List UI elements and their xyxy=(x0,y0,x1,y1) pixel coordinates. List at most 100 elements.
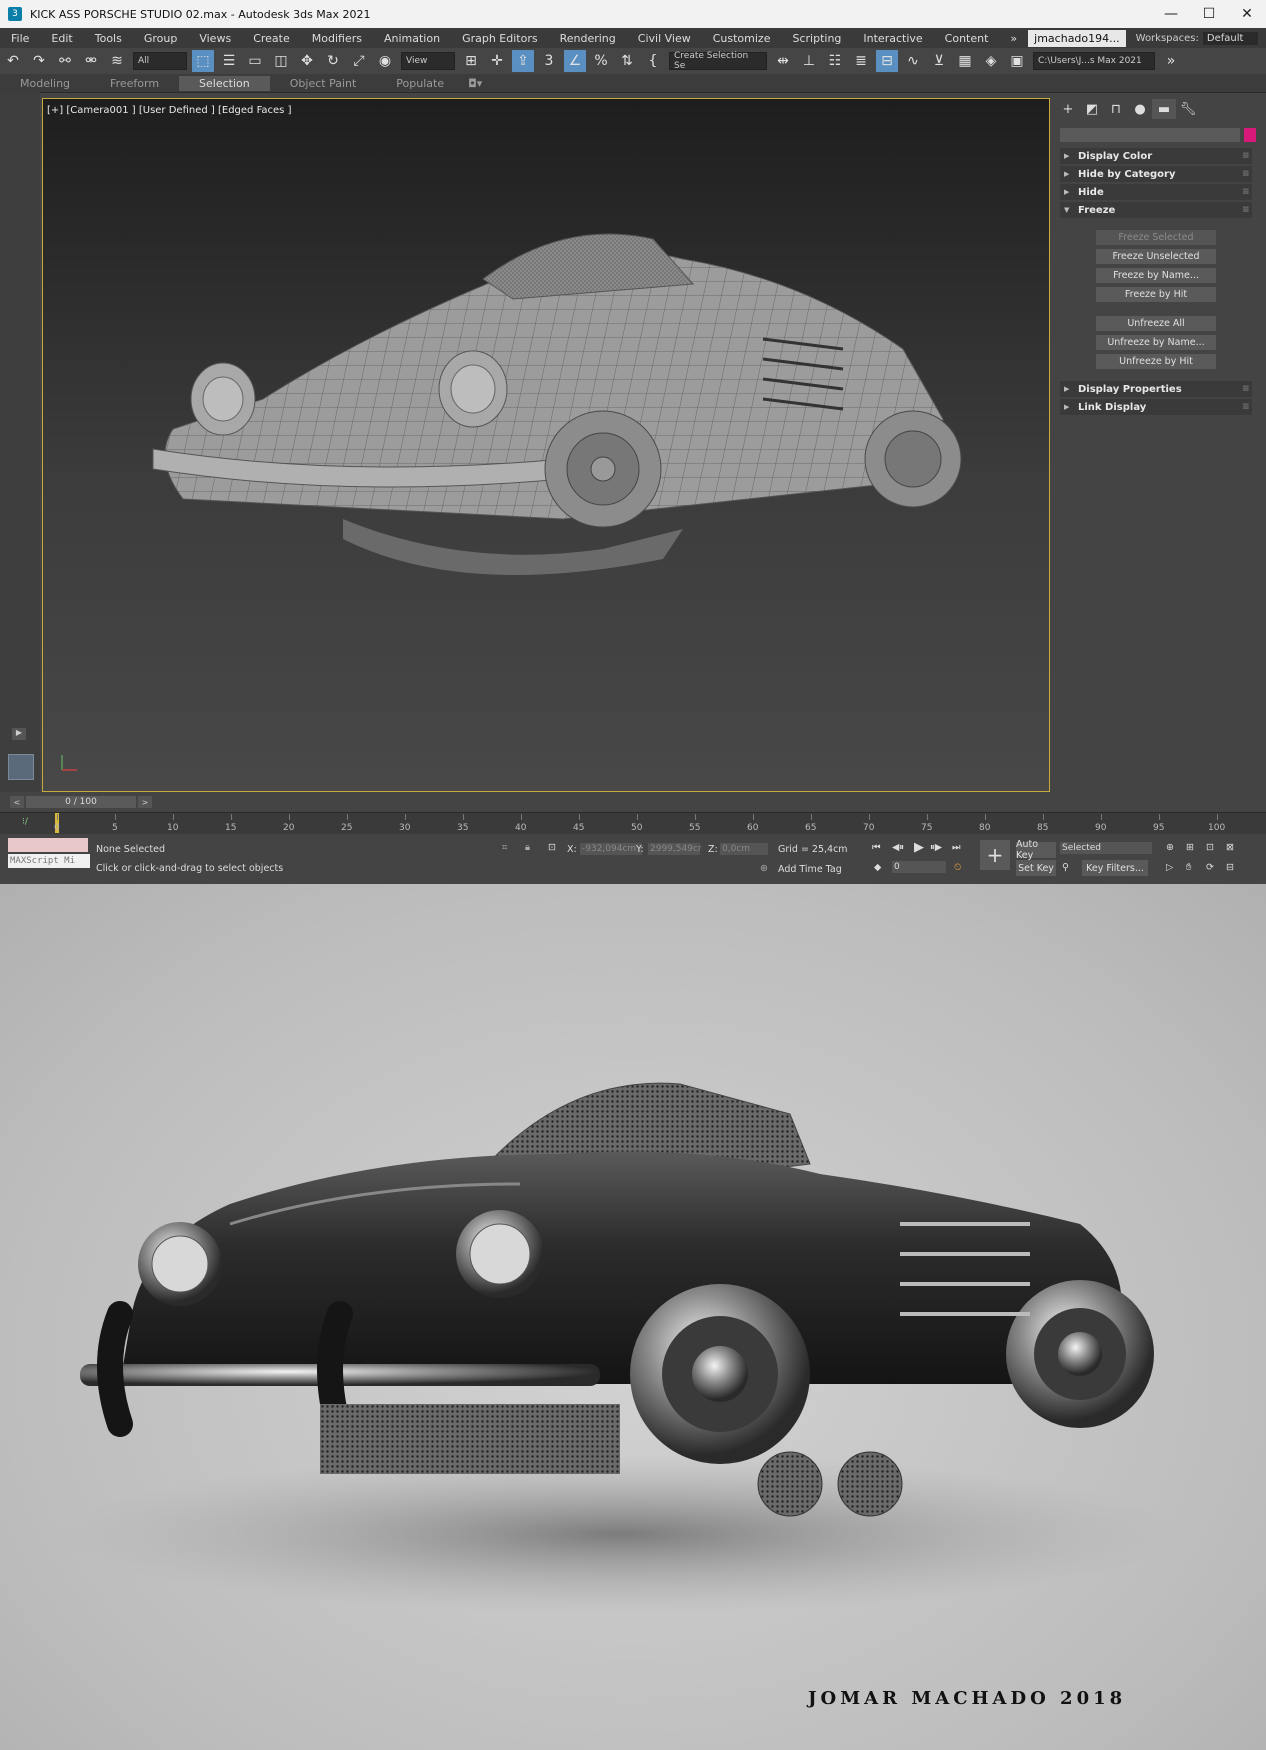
hierarchy-tab-icon[interactable]: ⊓ xyxy=(1104,99,1128,119)
zoom-extents-icon[interactable]: ⊡ xyxy=(1206,842,1214,853)
menu-scripting[interactable]: Scripting xyxy=(781,32,852,45)
set-key-button[interactable]: Set Key xyxy=(1016,860,1056,876)
modify-tab-icon[interactable]: ◩ xyxy=(1080,99,1104,119)
auto-key-button[interactable]: Auto Key xyxy=(1016,839,1056,861)
key-mode-dropdown[interactable]: Selected xyxy=(1060,842,1152,854)
selection-lock-icon[interactable]: 🔒︎ xyxy=(525,842,530,853)
expand-layout-icon[interactable]: ▶ xyxy=(12,728,26,740)
maxscript-mini-listener[interactable]: MAXScript Mi xyxy=(8,854,90,868)
material-editor-icon[interactable]: ▦ xyxy=(954,50,976,72)
zoom-icon[interactable]: ⊕ xyxy=(1166,842,1174,853)
rollout-hide-by-category[interactable]: ▶ Hide by Category ≡ xyxy=(1060,166,1252,182)
snaps-toggle-icon[interactable]: 3 xyxy=(538,50,560,72)
unlink-icon[interactable]: ⚮ xyxy=(80,50,102,72)
menu-create[interactable]: Create xyxy=(242,32,301,45)
ribbon-tab-object-paint[interactable]: Object Paint xyxy=(270,76,377,91)
zoom-extents-all-icon[interactable]: ⊠ xyxy=(1226,842,1234,853)
schematic-view-icon[interactable]: ⊻ xyxy=(928,50,950,72)
next-frame-icon[interactable]: ⏸▶︎ xyxy=(930,842,942,853)
select-manipulate-icon[interactable]: ✛ xyxy=(486,50,508,72)
scene-explorer-icon[interactable]: ⊟ xyxy=(876,50,898,72)
display-tab-icon[interactable]: ▬ xyxy=(1152,99,1176,119)
isolate-selection-icon[interactable]: ⌗ xyxy=(502,842,507,853)
time-configuration-icon[interactable]: ⏲ xyxy=(954,862,961,873)
time-slider-prev-icon[interactable]: < xyxy=(10,796,24,808)
keyboard-shortcut-override-icon[interactable]: ⇪ xyxy=(512,50,534,72)
rollout-link-display[interactable]: ▶ Link Display ≡ xyxy=(1060,399,1252,415)
angle-snap-icon[interactable]: ∠ xyxy=(564,50,586,72)
menu-modifiers[interactable]: Modifiers xyxy=(301,32,373,45)
workspace-dropdown[interactable]: Default xyxy=(1202,31,1258,45)
close-button[interactable]: ✕ xyxy=(1228,6,1266,22)
current-frame-field[interactable]: 0 xyxy=(892,861,946,873)
selection-filter-dropdown[interactable]: All xyxy=(133,52,187,70)
maximize-button[interactable]: ☐ xyxy=(1190,6,1228,22)
motion-tab-icon[interactable]: ● xyxy=(1128,99,1152,119)
play-icon[interactable]: ▶ xyxy=(914,840,924,855)
go-to-start-icon[interactable]: ⏮ xyxy=(872,842,881,853)
menu-views[interactable]: Views xyxy=(188,32,242,45)
minimize-button[interactable]: — xyxy=(1152,6,1190,22)
undo-icon[interactable]: ↶ xyxy=(2,50,24,72)
toolbar-overflow-icon[interactable]: » xyxy=(1160,50,1182,72)
menu-animation[interactable]: Animation xyxy=(373,32,451,45)
mirror-icon[interactable]: ⇹ xyxy=(772,50,794,72)
unfreeze-all-button[interactable]: Unfreeze All xyxy=(1096,316,1216,331)
key-filter-icon[interactable]: ⚲ xyxy=(1062,862,1069,873)
select-by-name-icon[interactable]: ☰ xyxy=(218,50,240,72)
placement-icon[interactable]: ◉ xyxy=(374,50,396,72)
named-selection-set-dropdown[interactable]: Create Selection Se xyxy=(669,51,767,71)
viewport-layout-thumbnail[interactable] xyxy=(8,754,34,780)
curve-editor-icon[interactable]: ∿ xyxy=(902,50,924,72)
redo-icon[interactable]: ↷ xyxy=(28,50,50,72)
spinner-snap-icon[interactable]: ⇅ xyxy=(616,50,638,72)
maximize-viewport-icon[interactable]: ⊟ xyxy=(1226,862,1234,873)
previous-frame-icon[interactable]: ◀︎⏸ xyxy=(892,842,904,853)
scale-icon[interactable]: ⤢ xyxy=(348,50,370,72)
reference-coordinate-dropdown[interactable]: View xyxy=(401,52,455,70)
percent-snap-icon[interactable]: % xyxy=(590,50,612,72)
freeze-by-hit-button[interactable]: Freeze by Hit xyxy=(1096,287,1216,302)
select-object-icon[interactable]: ⬚ xyxy=(192,50,214,72)
time-tag-icon[interactable]: ⊛ xyxy=(760,863,768,874)
rollout-display-color[interactable]: ▶ Display Color ≡ xyxy=(1060,148,1252,164)
y-coordinate-field[interactable]: 2999,549cr xyxy=(648,843,702,855)
key-mode-toggle-icon[interactable]: ◆ xyxy=(874,862,881,873)
field-of-view-icon[interactable]: ▷ xyxy=(1166,862,1173,873)
object-name-field[interactable] xyxy=(1060,128,1240,142)
ribbon-tab-populate[interactable]: Populate xyxy=(376,76,464,91)
camera-viewport[interactable]: [+] [Camera001 ] [User Defined ] [Edged … xyxy=(42,98,1050,792)
bind-space-warp-icon[interactable]: ≋ xyxy=(106,50,128,72)
edit-named-selection-icon[interactable]: { xyxy=(642,50,664,72)
user-account-dropdown[interactable]: jmachado194... xyxy=(1028,29,1126,47)
utilities-tab-icon[interactable]: 🔧︎ xyxy=(1176,99,1200,119)
set-keys-icon[interactable]: + xyxy=(980,840,1010,870)
freeze-selected-button[interactable]: Freeze Selected xyxy=(1096,230,1216,245)
ribbon-tab-freeform[interactable]: Freeform xyxy=(90,76,179,91)
ribbon-tab-modeling[interactable]: Modeling xyxy=(0,76,90,91)
menu-interactive[interactable]: Interactive xyxy=(852,32,933,45)
unfreeze-by-hit-button[interactable]: Unfreeze by Hit xyxy=(1096,354,1216,369)
create-tab-icon[interactable]: + xyxy=(1056,99,1080,119)
maxscript-listener-output[interactable] xyxy=(8,838,88,852)
freeze-by-name-button[interactable]: Freeze by Name... xyxy=(1096,268,1216,283)
orbit-icon[interactable]: ⟳ xyxy=(1206,862,1214,873)
freeze-unselected-button[interactable]: Freeze Unselected xyxy=(1096,249,1216,264)
ribbon-tab-selection[interactable]: Selection xyxy=(179,75,270,91)
menu-tools[interactable]: Tools xyxy=(84,32,133,45)
layer-explorer-icon[interactable]: ☷ xyxy=(824,50,846,72)
pan-icon[interactable]: ✋︎ xyxy=(1186,862,1191,873)
menu-group[interactable]: Group xyxy=(133,32,189,45)
menu-content[interactable]: Content xyxy=(934,32,1000,45)
ribbon-options-icon[interactable]: ◘▾ xyxy=(464,76,486,91)
menu-customize[interactable]: Customize xyxy=(702,32,782,45)
menu-file[interactable]: File xyxy=(0,32,40,45)
object-color-swatch[interactable] xyxy=(1244,128,1256,142)
menu-civil-view[interactable]: Civil View xyxy=(627,32,702,45)
time-slider-next-icon[interactable]: > xyxy=(138,796,152,808)
link-icon[interactable]: ⚯ xyxy=(54,50,76,72)
rectangular-selection-icon[interactable]: ▭ xyxy=(244,50,266,72)
menu-rendering[interactable]: Rendering xyxy=(549,32,627,45)
menu-graph-editors[interactable]: Graph Editors xyxy=(451,32,549,45)
go-to-end-icon[interactable]: ⏭ xyxy=(952,842,961,853)
